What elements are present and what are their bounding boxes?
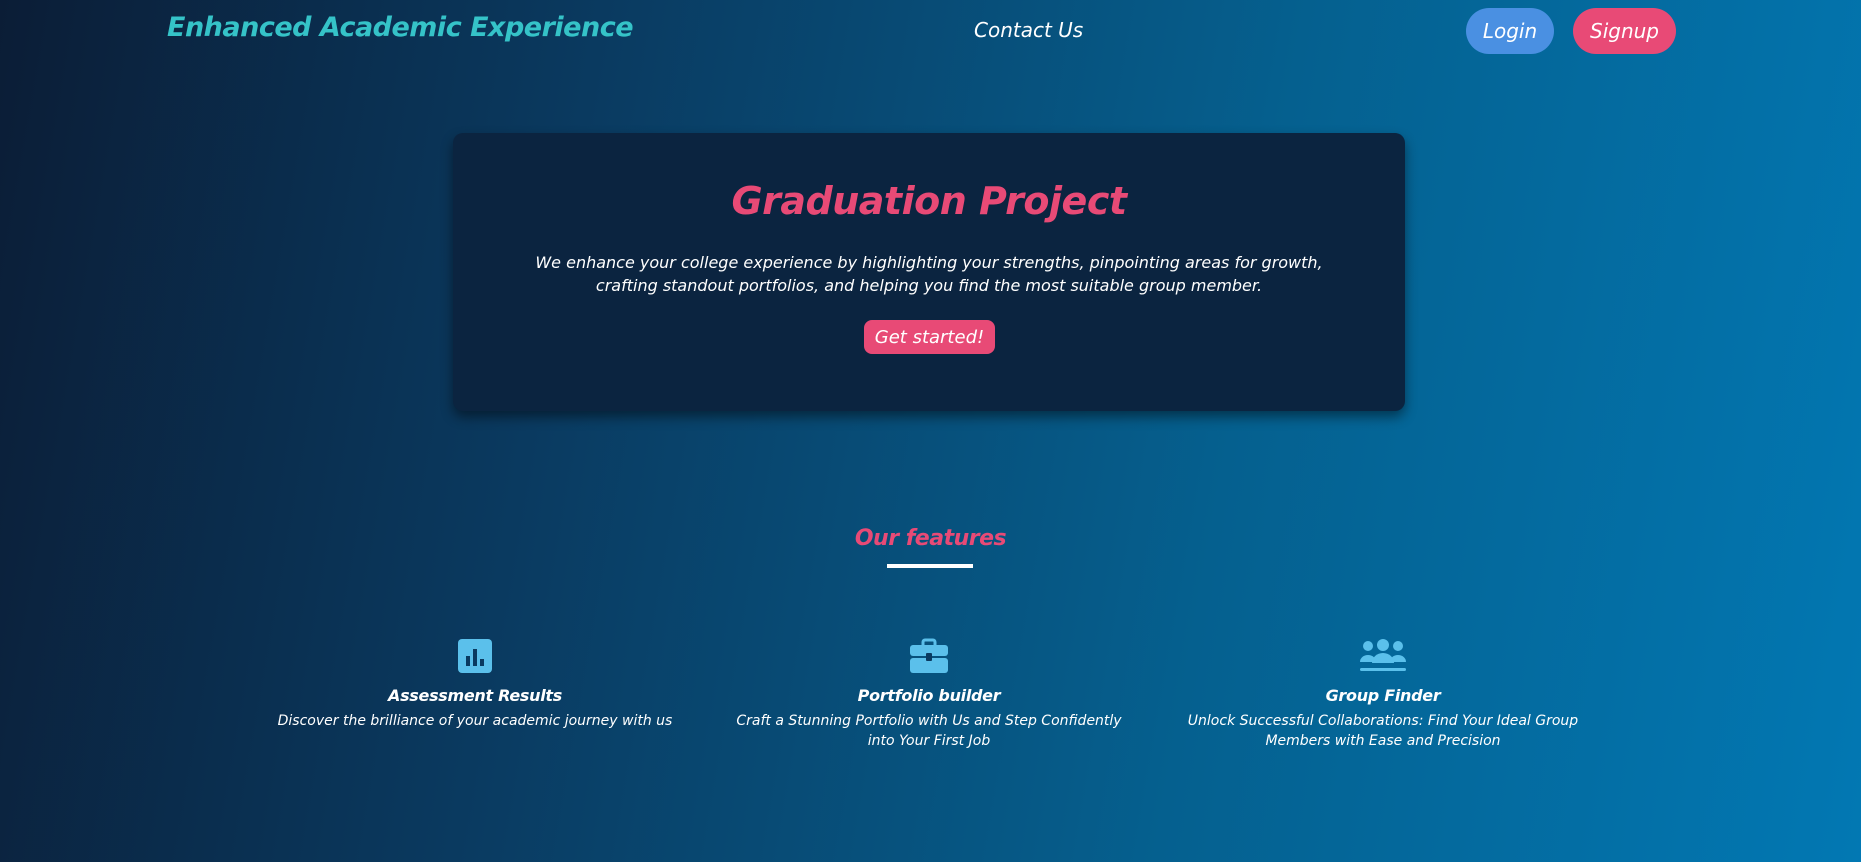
feature-group-finder: Group Finder Unlock Successful Collabora… [1183,636,1583,751]
navbar: Enhanced Academic Experience Contact Us … [0,0,1861,62]
hero-description: We enhance your college experience by hi… [535,253,1323,295]
brand-logo-text[interactable]: Enhanced Academic Experience [167,12,634,43]
feature-description: Craft a Stunning Portfolio with Us and S… [736,713,1122,749]
briefcase-icon [910,638,948,673]
feature-title: Portfolio builder [857,686,1001,705]
signup-button[interactable]: Signup [1573,8,1676,54]
users-icon [1360,639,1406,671]
login-button[interactable]: Login [1466,8,1554,54]
contact-us-link[interactable]: Contact Us [974,18,1083,42]
feature-assessment-results: Assessment Results Discover the brillian… [275,636,675,731]
hero-title: Graduation Project [731,179,1127,223]
feature-title: Group Finder [1325,686,1441,705]
feature-description: Discover the brilliance of your academic… [277,713,673,729]
get-started-button[interactable]: Get started! [864,320,995,354]
feature-description: Unlock Successful Collaborations: Find Y… [1187,713,1579,749]
features-heading: Our features [854,526,1007,551]
bar-chart-icon [458,639,492,673]
feature-portfolio-builder: Portfolio builder Craft a Stunning Portf… [729,636,1129,751]
feature-title: Assessment Results [387,686,562,705]
features-underline-divider [887,564,973,568]
hero-card: Graduation Project We enhance your colle… [453,133,1405,411]
